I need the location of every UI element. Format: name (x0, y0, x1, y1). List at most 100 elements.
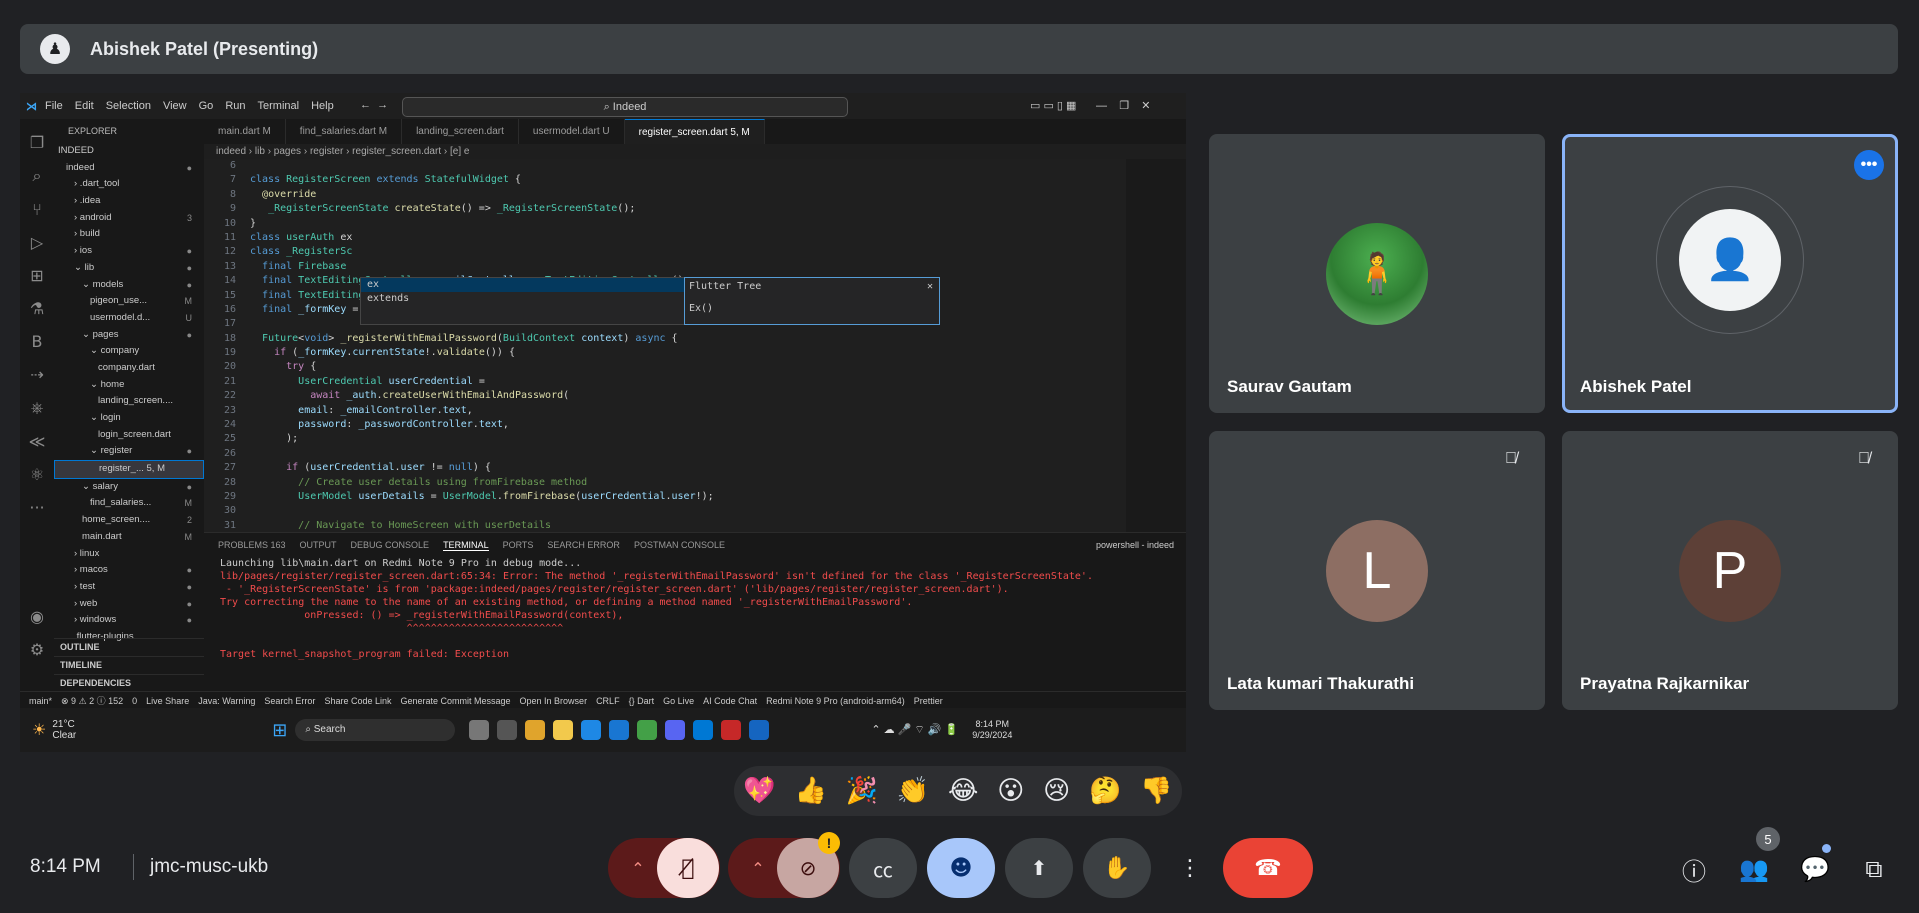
leave-call-button[interactable]: ☎ (1223, 838, 1313, 898)
remote-icon: ⇢ (30, 365, 44, 384)
mic-off-button[interactable]: 🎙̸ (657, 838, 719, 898)
tree-item: › web ● (54, 596, 204, 613)
people-count-badge: 5 (1756, 827, 1780, 851)
code-line: 23 email: _emailController.text, (223, 404, 473, 416)
captions-button[interactable]: ㏄ (849, 838, 917, 898)
discord-icon (665, 720, 686, 740)
tree-item-label: INDEED (58, 145, 94, 156)
captions-icon: ㏄ (873, 857, 893, 882)
tab-landing-screen: landing_screen.dart (402, 119, 519, 144)
vscode-taskbar-icon (693, 720, 714, 740)
menu-file: File (45, 100, 63, 112)
tree-item: ⌄ lib ● (54, 260, 204, 277)
status-item: main* (29, 695, 53, 706)
suggestion-item: ex (361, 278, 687, 292)
taskbar-search: ⌕ Search (295, 719, 456, 741)
reaction-thinking[interactable]: 🤔 (1089, 776, 1121, 806)
activities-icon[interactable]: ⧉ (1857, 852, 1891, 886)
terminal-line: ^^^^^^^^^^^^^^^^^^^^^^^^^^ (220, 623, 564, 634)
meeting-info-icon[interactable]: ⓘ (1677, 852, 1711, 886)
layout-icons: ▭ ▭ ▯ ▦ (1030, 100, 1077, 112)
participant-tile[interactable]: 🎙̸ P Prayatna Rajkarnikar (1562, 431, 1898, 710)
raise-hand-button[interactable]: ✋ (1083, 838, 1151, 898)
reaction-surprised[interactable]: 😮 (997, 776, 1024, 806)
app-icon (721, 720, 742, 740)
reaction-party[interactable]: 🎉 (846, 776, 878, 806)
tree-item-status: M (184, 498, 193, 509)
more-options-icon[interactable]: ••• (1854, 150, 1884, 180)
tree-item-label: main.dart (82, 530, 122, 542)
participant-tile[interactable]: 🧍 Saurav Gautam (1209, 134, 1545, 413)
shared-screen: ⋊ File Edit Selection View Go Run Termin… (20, 93, 1186, 752)
chat-icon[interactable]: 💬 (1798, 852, 1832, 886)
tree-item-label: ⌄ models (82, 278, 124, 290)
meeting-clock: 8:14 PM (30, 856, 101, 877)
weather-temp: 21°C (52, 719, 75, 730)
taskbar-time: 8:14 PM (975, 719, 1010, 729)
code-line: 22 await _auth.createUserWithEmailAndPas… (223, 390, 570, 402)
tree-item-label: landing_screen.... (98, 395, 173, 407)
status-item: CRLF (596, 695, 620, 706)
tree-item-label: home_screen.... (82, 514, 151, 526)
tree-item-status: ● (186, 565, 192, 576)
suggestion-item: extends (367, 293, 410, 304)
code-line: 31 // Navigate to HomeScreen with userDe… (223, 519, 552, 531)
avatar: P (1679, 519, 1781, 622)
more-icon: ··· (29, 498, 45, 517)
chrome-icon (525, 720, 546, 740)
participant-tile[interactable]: 🎙̸ L Lata kumari Thakurathi (1209, 431, 1545, 710)
tree-item-label: › linux (74, 547, 100, 559)
more-options-button[interactable]: ⋮ (1161, 838, 1219, 898)
reaction-clap[interactable]: 👏 (897, 776, 929, 806)
people-icon[interactable]: 👥 (1737, 852, 1771, 886)
status-item: Live Share (146, 695, 190, 706)
reaction-thumbs-down[interactable]: 👎 (1140, 776, 1172, 806)
terminal-line: Target kernel_snapshot_program failed: E… (220, 649, 509, 660)
participant-tile-active[interactable]: 👤 ••• Abishek Patel (1562, 134, 1898, 413)
code-line: 28 // Create user details using fromFire… (223, 476, 588, 488)
tree-item: ⌄ pages ● (54, 327, 204, 344)
tree-item: › test ● (54, 579, 204, 596)
menu-go: Go (198, 100, 214, 112)
taskbar-search-text: Search (313, 724, 346, 735)
emoji-reactions-button[interactable]: ☻ (927, 838, 995, 898)
divider (133, 854, 134, 880)
avatar: L (1326, 519, 1428, 622)
mic-off-icon: 🎙̸ (681, 855, 695, 881)
tree-item: › windows ● (54, 612, 204, 629)
tree-item: › build (54, 226, 204, 243)
tree-item-label: company.dart (98, 361, 155, 373)
tree-item-status: ● (186, 246, 192, 257)
weather-desc: Clear (52, 730, 77, 741)
reaction-sad[interactable]: 😢 (1043, 776, 1070, 806)
code-line: 8 @override (229, 188, 317, 200)
code-line: 26 (223, 447, 236, 459)
run-debug-icon: ▷ (30, 233, 44, 252)
tree-item-status: 2 (186, 515, 192, 526)
tab-usermodel: usermodel.dart U (519, 119, 625, 144)
minimap (1126, 159, 1186, 532)
reaction-thumbs-up[interactable]: 👍 (795, 776, 827, 806)
end-call-icon: ☎ (1254, 855, 1282, 881)
status-item: Open In Browser (519, 695, 588, 706)
status-item: Java: Warning (198, 695, 256, 706)
mic-options-chevron-icon[interactable]: ⌃ (631, 859, 644, 878)
status-item: Go Live (663, 695, 695, 706)
present-screen-button[interactable]: ⬆ (1005, 838, 1073, 898)
tree-item-status: U (185, 312, 193, 323)
file-explorer-icon (553, 720, 574, 740)
tree-item-label: ⌄ lib (74, 261, 95, 273)
presenter-title: Abishek Patel (Presenting) (90, 38, 319, 59)
tree-item: ⌄ models ● (54, 277, 204, 294)
reaction-heart[interactable]: 💖 (743, 776, 775, 806)
panel-tab-ports: PORTS (502, 540, 534, 550)
tree-item-label: register_... 5, M (99, 463, 165, 475)
tree-item-label: › test (74, 580, 96, 592)
reaction-laugh[interactable]: 😂 (948, 776, 978, 806)
camera-options-chevron-icon[interactable]: ⌃ (751, 859, 764, 878)
code-line: 24 password: _passwordController.text, (223, 419, 509, 431)
tree-item-status: M (184, 531, 193, 542)
tree-item-label: login_screen.dart (98, 428, 171, 440)
code-line: 12 class _RegisterSc (223, 246, 353, 258)
code-line: 13 final Firebase (223, 260, 347, 272)
